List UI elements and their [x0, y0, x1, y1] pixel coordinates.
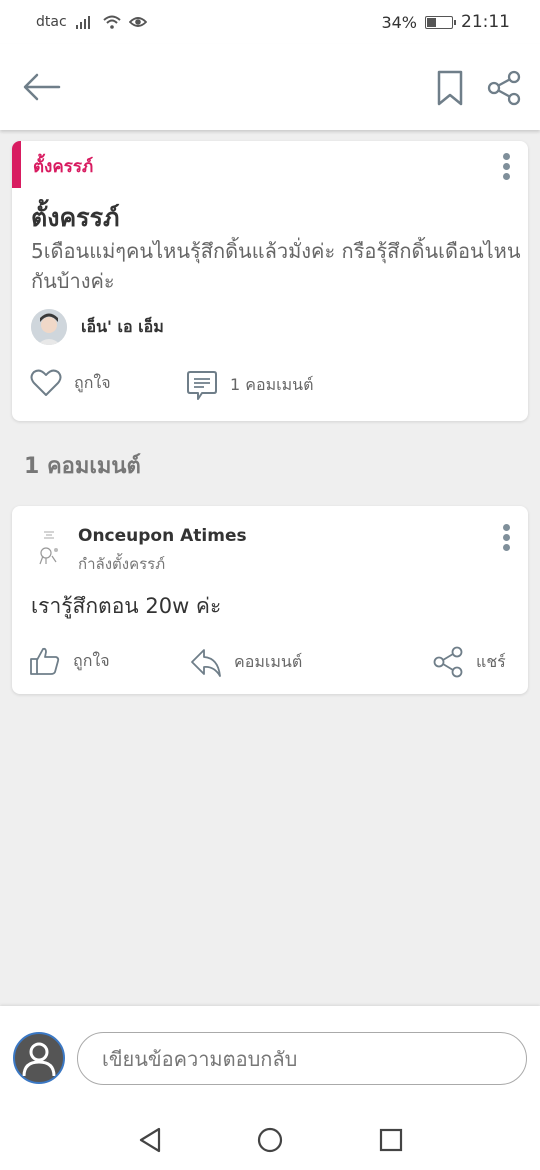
comment-card: Onceupon Atimes กำลังตั้งครรภ์ เรารู้สึก…: [12, 506, 528, 694]
post-tag[interactable]: ตั้งครรภ์: [33, 153, 93, 180]
commenter-status: กำลังตั้งครรภ์: [78, 555, 166, 573]
current-user-avatar[interactable]: [13, 1032, 65, 1084]
app-header: [0, 44, 540, 130]
nav-recents-button[interactable]: [374, 1124, 408, 1156]
commenter-name[interactable]: Onceupon Atimes: [78, 526, 247, 546]
post-comment-count: 1 คอมเมนต์: [230, 374, 314, 394]
comment-reply-label: คอมเมนต์: [234, 651, 303, 671]
heart-icon: [30, 369, 62, 396]
carrier-label: dtac: [36, 14, 67, 30]
post-like-label: ถูกใจ: [74, 372, 111, 392]
circle-home-icon: [257, 1127, 283, 1153]
reply-input[interactable]: [77, 1032, 527, 1085]
clock: 21:11: [461, 12, 510, 32]
battery-icon: [425, 15, 456, 29]
comment-more-icon[interactable]: [503, 524, 510, 551]
bookmark-button[interactable]: [432, 66, 468, 110]
signal-icon: [75, 16, 90, 29]
status-left: dtac: [36, 14, 147, 30]
comment-like-label: ถูกใจ: [73, 650, 110, 670]
reply-bar: [0, 1006, 540, 1110]
status-right: 34% 21:11: [381, 12, 510, 32]
status-bar: dtac 34% 21:11: [0, 0, 540, 44]
share-button[interactable]: [484, 68, 524, 108]
nav-back-button[interactable]: [132, 1124, 168, 1156]
tag-accent-bar: [12, 141, 21, 188]
user-icon: [22, 1042, 56, 1077]
post-card: ตั้งครรภ์ ตั้งครรภ์ 5เดือนแม่ๆคนไหนรุ้สึ…: [12, 141, 528, 421]
reply-icon: [191, 649, 221, 677]
post-body: 5เดือนแม่ๆคนไหนรุ้สึกดิ้นแล้วมั่งค่ะ กรื…: [31, 239, 521, 293]
wifi-icon: [102, 15, 121, 29]
square-recents-icon: [379, 1128, 403, 1152]
battery-percent: 34%: [381, 12, 417, 32]
comment-reply-button[interactable]: คอมเมนต์: [190, 646, 302, 678]
bookmark-icon: [437, 70, 463, 106]
comment-icon: [187, 371, 217, 400]
system-nav-bar: [0, 1110, 540, 1170]
comment-text: เรารู้สึกตอน 20w ค่ะ: [31, 594, 222, 618]
back-button[interactable]: [20, 68, 64, 106]
comment-share-label: แชร์: [476, 651, 506, 671]
arrow-left-icon: [23, 73, 61, 101]
share-icon: [433, 646, 463, 678]
share-icon: [487, 70, 521, 106]
comment-like-button[interactable]: ถูกใจ: [29, 646, 110, 676]
triangle-back-icon: [139, 1127, 161, 1153]
comment-share-button[interactable]: แชร์: [432, 646, 506, 678]
comments-section-title: 1 คอมเมนต์: [24, 454, 141, 479]
post-like-button[interactable]: ถูกใจ: [30, 369, 111, 397]
thumbs-up-icon: [30, 647, 60, 675]
post-more-icon[interactable]: [503, 153, 510, 180]
post-comment-button[interactable]: 1 คอมเมนต์: [186, 369, 313, 401]
post-author[interactable]: เอ็น' เอ เอ็ม: [31, 309, 164, 345]
eye-icon: [128, 17, 147, 27]
author-avatar[interactable]: [31, 309, 67, 345]
post-title: ตั้งครรภ์: [31, 203, 120, 232]
author-name[interactable]: เอ็น' เอ เอ็ม: [81, 315, 164, 340]
commenter-avatar[interactable]: [34, 526, 68, 566]
nav-home-button[interactable]: [253, 1124, 287, 1156]
